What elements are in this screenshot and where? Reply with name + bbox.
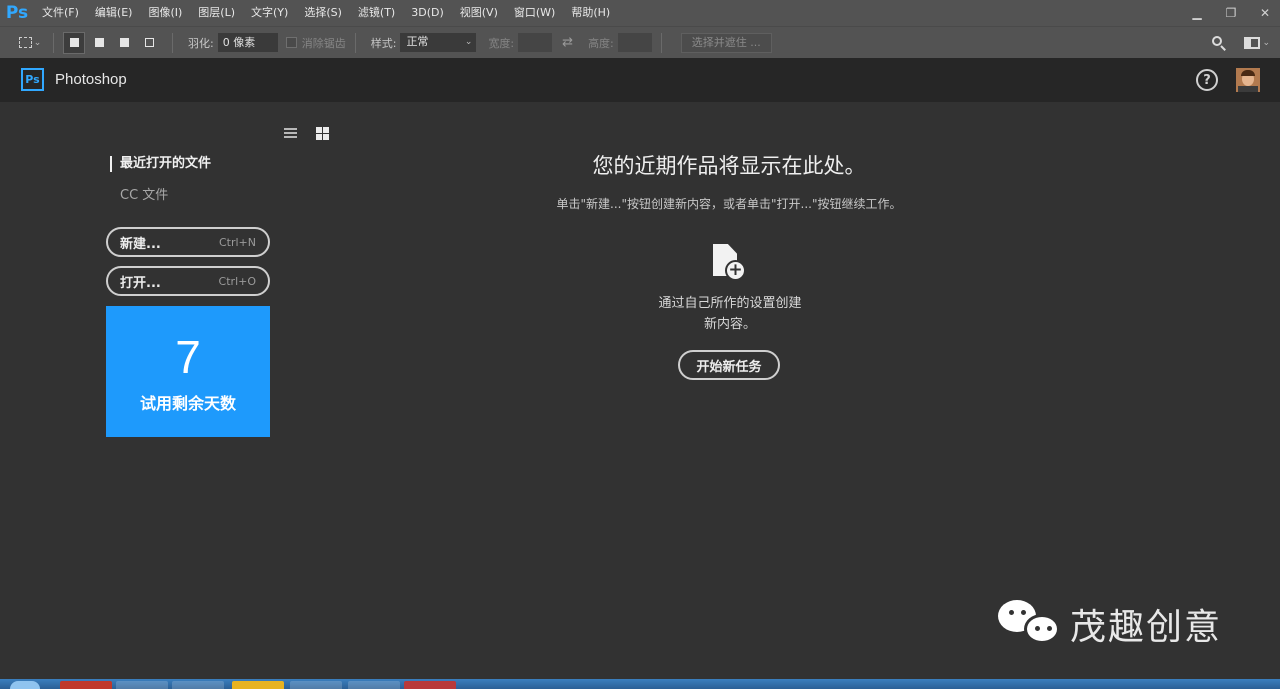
subtract-selection-icon [119, 38, 129, 47]
open-button[interactable]: 打开... Ctrl+O [106, 266, 270, 296]
window-controls: ▁ ❐ ✕ [1178, 0, 1280, 26]
select-and-mask-button[interactable]: 选择并遮住 ... [680, 32, 772, 53]
taskbar-item[interactable] [116, 681, 168, 689]
create-description-line1: 通过自己所作的设置创建 [658, 296, 802, 311]
create-description-line2: 新内容。 [703, 317, 756, 332]
taskbar-item[interactable] [172, 681, 224, 689]
add-selection-button[interactable] [88, 32, 110, 54]
taskbar-item[interactable] [232, 681, 284, 689]
antialias-label: 消除锯齿 [301, 36, 346, 50]
open-button-shortcut: Ctrl+O [218, 274, 256, 288]
feather-label: 羽化: [188, 36, 214, 50]
sidebar-item-recent-files[interactable]: 最近打开的文件 [110, 156, 211, 172]
app-title: Photoshop [55, 71, 127, 88]
menu-type[interactable]: 文字(Y) [243, 0, 296, 26]
trial-days-label: 试用剩余天数 [139, 394, 236, 413]
new-selection-button[interactable] [63, 31, 85, 54]
watermark-text: 茂趣创意 [1070, 607, 1223, 648]
options-bar: ⌄ 羽化: 0 像素 消除锯齿 样式: 正常 ⌄ 宽度: ⇄ 高度: 选择并遮住… [0, 26, 1280, 58]
menu-help[interactable]: 帮助(H) [563, 0, 618, 26]
menu-file[interactable]: 文件(F) [34, 0, 87, 26]
divider [354, 32, 356, 53]
taskbar-item[interactable] [348, 681, 400, 689]
watermark: 茂趣创意 [998, 596, 1222, 652]
height-label: 高度: [588, 36, 614, 50]
page-subtitle: 单击"新建..."按钮创建新内容，或者单击"打开..."按钮继续工作。 [556, 197, 902, 211]
minimize-button[interactable]: ▁ [1182, 0, 1212, 26]
new-selection-icon [69, 38, 79, 47]
avatar[interactable] [1236, 68, 1260, 92]
swap-icon[interactable]: ⇄ [562, 35, 573, 50]
restore-button[interactable]: ❐ [1216, 0, 1246, 26]
style-value: 正常 [406, 35, 429, 48]
taskbar-item[interactable] [404, 681, 456, 689]
chevron-down-icon: ⌄ [464, 37, 473, 47]
divider [53, 32, 54, 53]
style-select[interactable]: 正常 ⌄ [400, 33, 477, 52]
new-button[interactable]: 新建... Ctrl+N [106, 227, 270, 257]
new-button-label: 新建... [120, 236, 161, 252]
height-input[interactable] [617, 33, 652, 52]
app-header: Ps Photoshop ? [0, 58, 1280, 102]
taskbar-item[interactable] [60, 681, 112, 689]
ps-logo-icon: Ps [5, 3, 29, 23]
add-selection-icon [94, 38, 104, 47]
page-title: 您的近期作品将显示在此处。 [592, 154, 866, 178]
new-document-icon: + [713, 244, 747, 282]
help-icon[interactable]: ? [1196, 69, 1218, 91]
ps-logo-icon: Ps [21, 68, 44, 91]
chevron-down-icon: ⌄ [33, 37, 42, 48]
width-label: 宽度: [488, 36, 515, 50]
intersect-selection-button[interactable] [138, 32, 160, 54]
subtract-selection-button[interactable] [113, 32, 135, 54]
marquee-tool-preset[interactable]: ⌄ [16, 32, 44, 54]
list-view-icon[interactable] [284, 128, 297, 139]
start-button[interactable] [10, 681, 40, 689]
open-button-label: 打开... [120, 275, 161, 291]
marquee-icon [18, 37, 32, 48]
trial-days-count: 7 [175, 331, 201, 383]
menu-view[interactable]: 视图(V) [452, 0, 506, 26]
width-input[interactable] [518, 33, 553, 52]
trial-days-tile[interactable]: 7 试用剩余天数 [106, 306, 270, 437]
menu-bar: Ps 文件(F) 编辑(E) 图像(I) 图层(L) 文字(Y) 选择(S) 滤… [0, 0, 1280, 26]
style-label: 样式: [370, 36, 397, 50]
intersect-selection-icon [144, 38, 154, 47]
antialias-checkbox[interactable] [285, 37, 297, 48]
start-new-task-button[interactable]: 开始新任务 [678, 350, 780, 380]
menu-window[interactable]: 窗口(W) [506, 0, 563, 26]
divider [660, 32, 662, 53]
feather-input[interactable]: 0 像素 [217, 33, 278, 52]
taskbar-item[interactable] [290, 681, 342, 689]
grid-view-icon[interactable] [316, 127, 329, 140]
menu-filter[interactable]: 滤镜(T) [350, 0, 403, 26]
search-icon[interactable] [1212, 36, 1227, 51]
menu-layer[interactable]: 图层(L) [190, 0, 243, 26]
options-right: ⌄ [1212, 27, 1270, 59]
workspace-icon[interactable] [1244, 37, 1261, 49]
menu-image[interactable]: 图像(I) [140, 0, 190, 26]
divider [172, 32, 173, 53]
menu-3d[interactable]: 3D(D) [403, 0, 452, 26]
chevron-down-icon: ⌄ [1262, 38, 1270, 48]
menu-edit[interactable]: 编辑(E) [87, 0, 141, 26]
menu-select[interactable]: 选择(S) [296, 0, 350, 26]
sidebar-item-cc-files[interactable]: CC 文件 [120, 184, 168, 203]
create-description: 通过自己所作的设置创建 新内容。 [600, 293, 860, 335]
new-button-shortcut: Ctrl+N [218, 235, 256, 249]
close-button[interactable]: ✕ [1250, 0, 1280, 26]
wechat-icon [998, 598, 1062, 650]
